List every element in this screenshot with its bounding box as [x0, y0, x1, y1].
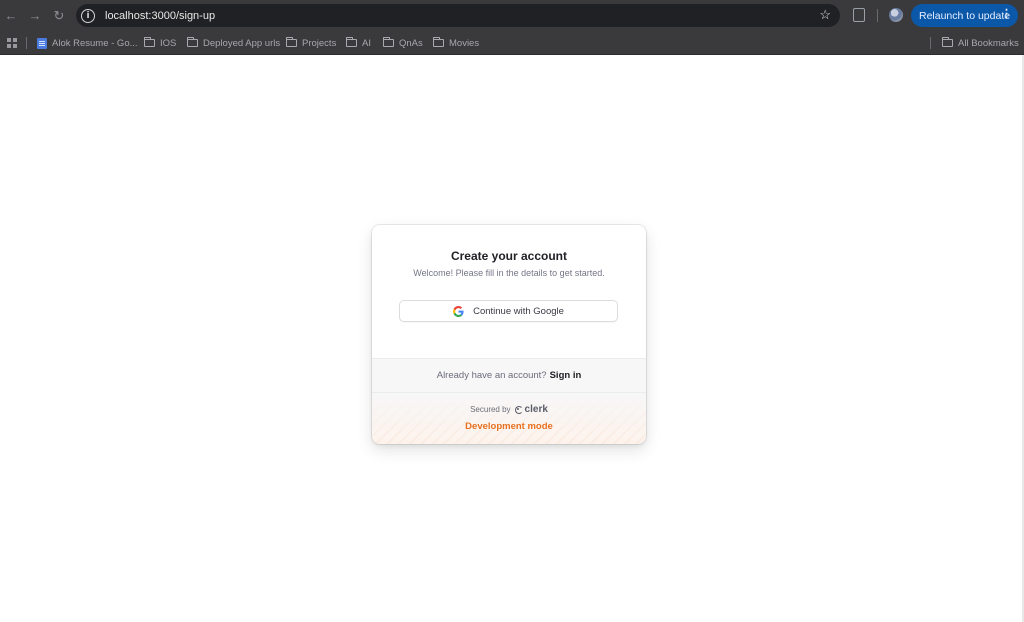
bookmark-label: QnAs — [399, 37, 423, 49]
signin-prompt: Already have an account? — [436, 370, 547, 381]
relaunch-label: Relaunch to update — [919, 9, 1011, 22]
bookmark-label: Projects — [302, 37, 337, 49]
bookmark-label: Movies — [449, 37, 480, 49]
site-info-icon[interactable]: i — [81, 8, 95, 23]
clerk-mark-icon — [514, 405, 523, 414]
folder-icon — [383, 37, 394, 47]
all-bookmarks[interactable]: All Bookmarks — [942, 35, 1019, 51]
apps-grid-icon[interactable] — [7, 38, 17, 48]
dev-footer: Secured by clerk Development mode — [372, 393, 646, 444]
address-bar[interactable]: i localhost:3000/sign-up ☆ — [76, 4, 840, 27]
back-arrow-icon[interactable]: ← — [0, 5, 22, 27]
signup-card: Create your account Welcome! Please fill… — [372, 225, 646, 444]
browser-toolbar: ← → ↻ i localhost:3000/sign-up ☆ Relaunc… — [0, 0, 1024, 31]
toolbar-divider — [877, 9, 878, 22]
bookmark-star-icon[interactable]: ☆ — [819, 7, 831, 23]
folder-icon — [187, 37, 198, 47]
folder-icon — [346, 37, 357, 47]
sign-in-link[interactable]: Sign in — [550, 370, 582, 381]
page-subtitle: Welcome! Please fill in the details to g… — [413, 268, 605, 278]
bookmarks-bar: Alok Resume - Go... IOS Deployed App url… — [0, 31, 1024, 55]
bookmark-movies[interactable]: Movies — [433, 35, 479, 51]
all-bookmarks-label: All Bookmarks — [958, 37, 1019, 49]
clerk-logo[interactable]: clerk — [514, 404, 548, 415]
reload-icon[interactable]: ↻ — [48, 5, 70, 27]
url-text[interactable]: localhost:3000/sign-up — [105, 10, 215, 22]
page-title: Create your account — [450, 249, 568, 263]
bookmarks-divider — [26, 37, 27, 49]
bookmark-qnas[interactable]: QnAs — [383, 35, 423, 51]
bookmarks-divider — [930, 37, 931, 49]
bookmark-projects[interactable]: Projects — [286, 35, 336, 51]
clerk-brand: clerk — [524, 404, 548, 415]
bookmark-ai[interactable]: AI — [346, 35, 371, 51]
bookmark-deployed-app-urls[interactable]: Deployed App urls — [187, 35, 280, 51]
secured-by-label: Secured by — [470, 405, 511, 414]
more-menu-icon[interactable]: ⋮ — [1001, 7, 1012, 20]
relaunch-button[interactable]: Relaunch to update ⋮ — [911, 4, 1018, 27]
bookmark-ios[interactable]: IOS — [144, 35, 176, 51]
bookmark-label: IOS — [160, 37, 177, 49]
extensions-icon[interactable] — [853, 8, 865, 22]
google-button-label: Continue with Google — [473, 305, 564, 317]
forward-arrow-icon[interactable]: → — [24, 5, 46, 27]
development-mode-badge: Development mode — [465, 421, 553, 432]
bookmark-label: Deployed App urls — [203, 37, 281, 49]
bookmark-label: Alok Resume - Go... — [52, 37, 138, 49]
secured-by: Secured by clerk — [372, 404, 646, 415]
continue-with-google-button[interactable]: Continue with Google — [399, 300, 618, 322]
google-docs-icon — [37, 37, 47, 49]
google-icon — [453, 305, 464, 317]
bookmark-alok-resume[interactable]: Alok Resume - Go... — [37, 35, 138, 51]
folder-icon — [286, 37, 297, 47]
folder-icon — [144, 37, 155, 47]
bookmark-label: AI — [362, 37, 371, 49]
signin-footer: Already have an account? Sign in — [372, 359, 646, 393]
signup-card-body: Create your account Welcome! Please fill… — [372, 225, 646, 359]
profile-avatar[interactable] — [889, 8, 903, 22]
folder-icon — [942, 37, 953, 47]
folder-icon — [433, 37, 444, 47]
